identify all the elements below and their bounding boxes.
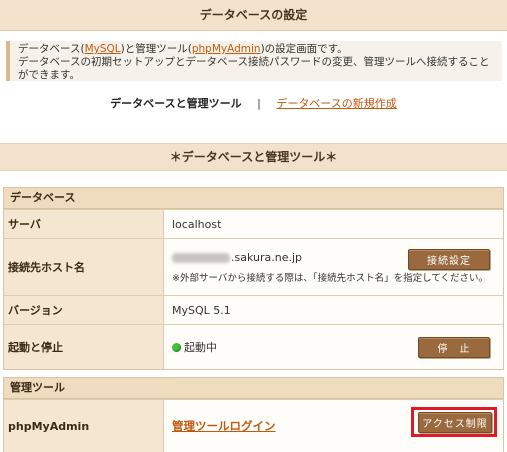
- tab-bar: データベースと管理ツール | データベースの新規作成: [0, 96, 507, 112]
- access-restriction-button[interactable]: アクセス制限: [418, 412, 492, 433]
- host-value: .sakura.ne.jp: [231, 251, 303, 264]
- description-box: データベース(MySQL)と管理ツール(phpMyAdmin)の設定画面です。 …: [6, 41, 502, 81]
- version-row: バージョン MySQL 5.1: [4, 295, 503, 324]
- description-line-2: データベースの初期セットアップとデータベース接続パスワードの変更、管理ツールへ接…: [18, 56, 490, 81]
- tab-new-database[interactable]: データベースの新規作成: [276, 97, 396, 110]
- server-value: localhost: [164, 210, 503, 238]
- section-title: ＊データベースと管理ツール＊: [0, 143, 507, 171]
- redacted-hostname: [172, 253, 230, 263]
- server-row: サーバ localhost: [4, 209, 503, 238]
- server-label: サーバ: [4, 210, 164, 238]
- phpmyadmin-row: phpMyAdmin 管理ツールログイン アクセス制限: [4, 399, 503, 452]
- status-value-cell: 起動中 停 止: [164, 325, 503, 369]
- connection-settings-button[interactable]: 接続設定: [408, 249, 490, 270]
- database-panel: データベース サーバ localhost 接続先ホスト名 .sakura.ne.…: [3, 187, 504, 370]
- host-row: 接続先ホスト名 .sakura.ne.jp ※外部サーバから接続する際は、「接続…: [4, 238, 503, 295]
- version-value: MySQL 5.1: [164, 296, 503, 324]
- status-value: 起動中: [184, 341, 217, 354]
- admin-tool-login-link[interactable]: 管理ツールログイン: [172, 418, 276, 434]
- database-panel-title: データベース: [4, 188, 503, 209]
- host-note: ※外部サーバから接続する際は、「接続先ホスト名」を指定してください。: [172, 273, 489, 284]
- phpmyadmin-value-cell: 管理ツールログイン アクセス制限: [164, 400, 503, 452]
- tools-panel: 管理ツール phpMyAdmin 管理ツールログイン アクセス制限: [3, 377, 504, 452]
- status-label: 起動と停止: [4, 325, 164, 369]
- stop-button[interactable]: 停 止: [418, 337, 490, 358]
- host-value-cell: .sakura.ne.jp ※外部サーバから接続する際は、「接続先ホスト名」を指…: [164, 239, 503, 295]
- tab-separator: |: [257, 97, 261, 110]
- tools-panel-title: 管理ツール: [4, 378, 503, 399]
- host-label: 接続先ホスト名: [4, 239, 164, 295]
- page-title: データベースの設定: [0, 0, 507, 31]
- tab-database-and-tools[interactable]: データベースと管理ツール: [110, 97, 241, 110]
- phpmyadmin-link[interactable]: phpMyAdmin: [192, 43, 261, 55]
- version-label: バージョン: [4, 296, 164, 324]
- description-line-1: データベース(MySQL)と管理ツール(phpMyAdmin)の設定画面です。: [18, 43, 348, 55]
- running-status-icon: [172, 342, 181, 352]
- phpmyadmin-label: phpMyAdmin: [4, 400, 164, 452]
- status-row: 起動と停止 起動中 停 止: [4, 324, 503, 369]
- mysql-link[interactable]: MySQL: [85, 43, 121, 55]
